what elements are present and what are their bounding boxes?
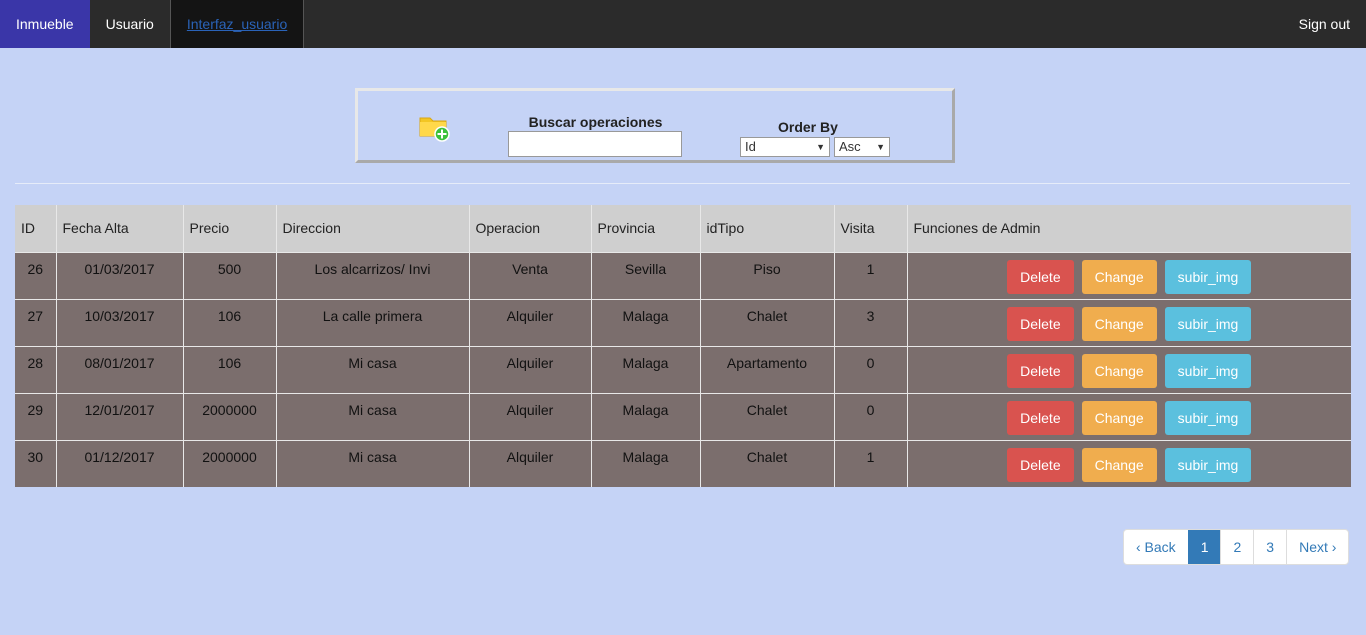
upload-image-button[interactable]: subir_img (1164, 259, 1252, 294)
order-direction-value: Asc (839, 139, 861, 154)
cell-fecha: 12/01/2017 (55, 392, 183, 440)
pagination-back[interactable]: ‹ Back (1124, 530, 1188, 564)
cell-visita: 0 (833, 345, 907, 393)
cell-visita: 3 (833, 298, 907, 346)
header-fecha-alta: Fecha Alta (55, 205, 183, 252)
change-button[interactable]: Change (1081, 353, 1157, 388)
cell-direccion: Mi casa (275, 439, 469, 487)
chevron-down-icon: ▼ (876, 142, 885, 152)
cell-tipo: Chalet (699, 439, 834, 487)
delete-button[interactable]: Delete (1007, 400, 1074, 435)
pagination-page-1[interactable]: 1 (1187, 530, 1221, 564)
divider (15, 183, 1350, 184)
order-field-select[interactable]: Id ▼ (740, 137, 830, 157)
header-idtipo: idTipo (699, 205, 834, 252)
cell-precio: 106 (182, 298, 276, 346)
search-panel: Buscar operaciones Order By Id ▼ Asc ▼ (355, 88, 955, 163)
upload-image-button[interactable]: subir_img (1164, 306, 1252, 341)
cell-operacion: Alquiler (468, 345, 591, 393)
header-funciones-admin: Funciones de Admin (906, 205, 1351, 252)
cell-operacion: Alquiler (468, 439, 591, 487)
cell-fecha: 08/01/2017 (55, 345, 183, 393)
cell-actions: Delete Change subir_img (906, 345, 1351, 393)
tab-inmueble[interactable]: Inmueble (0, 0, 90, 48)
cell-precio: 500 (182, 251, 276, 299)
table-header-row: ID Fecha Alta Precio Direccion Operacion… (15, 205, 1351, 252)
cell-actions: Delete Change subir_img (906, 251, 1351, 299)
cell-direccion: La calle primera (275, 298, 469, 346)
header-id: ID (15, 205, 56, 252)
delete-button[interactable]: Delete (1007, 447, 1074, 482)
search-input[interactable] (508, 131, 682, 157)
cell-fecha: 10/03/2017 (55, 298, 183, 346)
table-row: 29 12/01/2017 2000000 Mi casa Alquiler M… (15, 392, 1351, 440)
cell-direccion: Mi casa (275, 345, 469, 393)
cell-operacion: Venta (468, 251, 591, 299)
cell-precio: 106 (182, 345, 276, 393)
top-navbar: Inmueble Usuario Interfaz_usuario Sign o… (0, 0, 1366, 48)
header-precio: Precio (182, 205, 276, 252)
cell-operacion: Alquiler (468, 392, 591, 440)
cell-id: 28 (15, 345, 56, 393)
cell-provincia: Malaga (590, 439, 700, 487)
chevron-down-icon: ▼ (816, 142, 825, 152)
delete-button[interactable]: Delete (1007, 259, 1074, 294)
header-provincia: Provincia (590, 205, 700, 252)
order-field-value: Id (745, 139, 756, 154)
cell-visita: 0 (833, 392, 907, 440)
header-operacion: Operacion (468, 205, 591, 252)
cell-provincia: Malaga (590, 392, 700, 440)
delete-button[interactable]: Delete (1007, 353, 1074, 388)
upload-image-button[interactable]: subir_img (1164, 447, 1252, 482)
search-label: Buscar operaciones (528, 114, 663, 130)
table-row: 26 01/03/2017 500 Los alcarrizos/ Invi V… (15, 251, 1351, 299)
table-row: 28 08/01/2017 106 Mi casa Alquiler Malag… (15, 345, 1351, 393)
cell-provincia: Sevilla (590, 251, 700, 299)
upload-image-button[interactable]: subir_img (1164, 353, 1252, 388)
folder-add-icon[interactable] (418, 112, 452, 142)
change-button[interactable]: Change (1081, 306, 1157, 341)
cell-visita: 1 (833, 439, 907, 487)
cell-fecha: 01/12/2017 (55, 439, 183, 487)
cell-precio: 2000000 (182, 439, 276, 487)
tab-interfaz-usuario[interactable]: Interfaz_usuario (170, 0, 305, 48)
sign-out-link[interactable]: Sign out (1283, 0, 1366, 48)
cell-visita: 1 (833, 251, 907, 299)
cell-tipo: Piso (699, 251, 834, 299)
cell-operacion: Alquiler (468, 298, 591, 346)
table-row: 27 10/03/2017 106 La calle primera Alqui… (15, 298, 1351, 346)
cell-precio: 2000000 (182, 392, 276, 440)
cell-tipo: Chalet (699, 392, 834, 440)
pagination-page-2[interactable]: 2 (1220, 530, 1253, 564)
cell-direccion: Mi casa (275, 392, 469, 440)
table-row: 30 01/12/2017 2000000 Mi casa Alquiler M… (15, 439, 1351, 487)
tab-usuario[interactable]: Usuario (90, 0, 171, 48)
delete-button[interactable]: Delete (1007, 306, 1074, 341)
cell-actions: Delete Change subir_img (906, 298, 1351, 346)
cell-id: 26 (15, 251, 56, 299)
order-direction-select[interactable]: Asc ▼ (834, 137, 890, 157)
cell-id: 27 (15, 298, 56, 346)
pagination: ‹ Back 1 2 3 Next › (1123, 529, 1350, 565)
pagination-next[interactable]: Next › (1286, 530, 1348, 564)
order-by-label: Order By (778, 119, 838, 135)
cell-actions: Delete Change subir_img (906, 392, 1351, 440)
cell-actions: Delete Change subir_img (906, 439, 1351, 487)
cell-provincia: Malaga (590, 298, 700, 346)
change-button[interactable]: Change (1081, 447, 1157, 482)
pagination-page-3[interactable]: 3 (1253, 530, 1286, 564)
properties-table: ID Fecha Alta Precio Direccion Operacion… (15, 205, 1351, 487)
cell-provincia: Malaga (590, 345, 700, 393)
change-button[interactable]: Change (1081, 400, 1157, 435)
header-direccion: Direccion (275, 205, 469, 252)
cell-direccion: Los alcarrizos/ Invi (275, 251, 469, 299)
header-visita: Visita (833, 205, 907, 252)
cell-id: 30 (15, 439, 56, 487)
cell-tipo: Chalet (699, 298, 834, 346)
cell-fecha: 01/03/2017 (55, 251, 183, 299)
change-button[interactable]: Change (1081, 259, 1157, 294)
cell-id: 29 (15, 392, 56, 440)
cell-tipo: Apartamento (699, 345, 834, 393)
upload-image-button[interactable]: subir_img (1164, 400, 1252, 435)
